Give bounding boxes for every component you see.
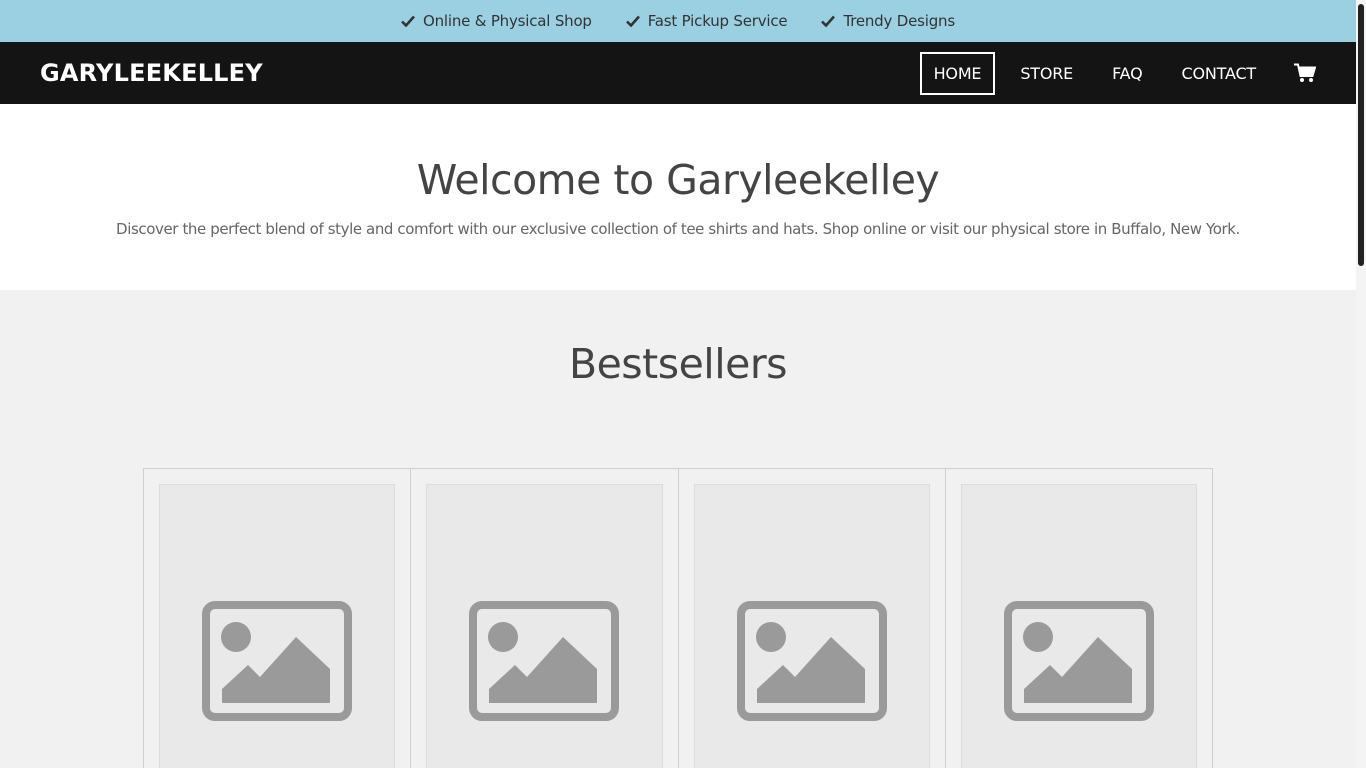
main-navbar: GARYLEEKELLEY HOME STORE FAQ CONTACT bbox=[0, 42, 1356, 104]
product-card[interactable] bbox=[411, 469, 679, 768]
scrollbar-thumb[interactable] bbox=[1358, 4, 1364, 266]
topbar-item-label: Fast Pickup Service bbox=[647, 12, 788, 30]
bestsellers-section: Bestsellers bbox=[0, 290, 1356, 768]
image-placeholder-icon bbox=[736, 601, 887, 721]
brand-logo[interactable]: GARYLEEKELLEY bbox=[40, 59, 263, 87]
shopping-cart-icon[interactable] bbox=[1294, 63, 1316, 83]
product-image[interactable] bbox=[159, 484, 396, 768]
check-icon bbox=[625, 15, 640, 27]
nav-menu: HOME STORE FAQ CONTACT bbox=[909, 51, 1316, 95]
nav-link-store[interactable]: STORE bbox=[1006, 52, 1087, 95]
top-announcement-bar: Online & Physical Shop Fast Pickup Servi… bbox=[0, 0, 1356, 42]
product-image[interactable] bbox=[426, 484, 663, 768]
product-card[interactable] bbox=[946, 469, 1212, 768]
image-placeholder-icon bbox=[469, 601, 620, 721]
check-icon bbox=[401, 15, 415, 27]
topbar-item-trendy-designs: Trendy Designs bbox=[821, 12, 955, 30]
product-card[interactable] bbox=[144, 469, 412, 768]
hero-description: Discover the perfect blend of style and … bbox=[116, 220, 1240, 238]
image-placeholder-icon bbox=[1003, 601, 1154, 721]
nav-link-contact[interactable]: CONTACT bbox=[1168, 52, 1270, 95]
nav-link-faq[interactable]: FAQ bbox=[1098, 52, 1156, 95]
hero-section: Welcome to Garyleekelley Discover the pe… bbox=[0, 104, 1356, 290]
product-image[interactable] bbox=[693, 484, 930, 768]
hero-title: Welcome to Garyleekelley bbox=[416, 156, 940, 204]
nav-link-home[interactable]: HOME bbox=[919, 51, 996, 95]
topbar-item-fast-pickup: Fast Pickup Service bbox=[625, 12, 788, 30]
bestsellers-title: Bestsellers bbox=[568, 340, 788, 388]
topbar-item-label: Online & Physical Shop bbox=[423, 12, 592, 30]
image-placeholder-icon bbox=[202, 601, 353, 721]
product-card[interactable] bbox=[679, 469, 946, 768]
topbar-item-online-shop: Online & Physical Shop bbox=[401, 12, 592, 30]
topbar-item-label: Trendy Designs bbox=[843, 12, 955, 30]
product-grid bbox=[143, 468, 1213, 768]
product-image[interactable] bbox=[960, 484, 1197, 768]
check-icon bbox=[821, 15, 836, 27]
page-scrollbar[interactable] bbox=[1356, 0, 1366, 768]
